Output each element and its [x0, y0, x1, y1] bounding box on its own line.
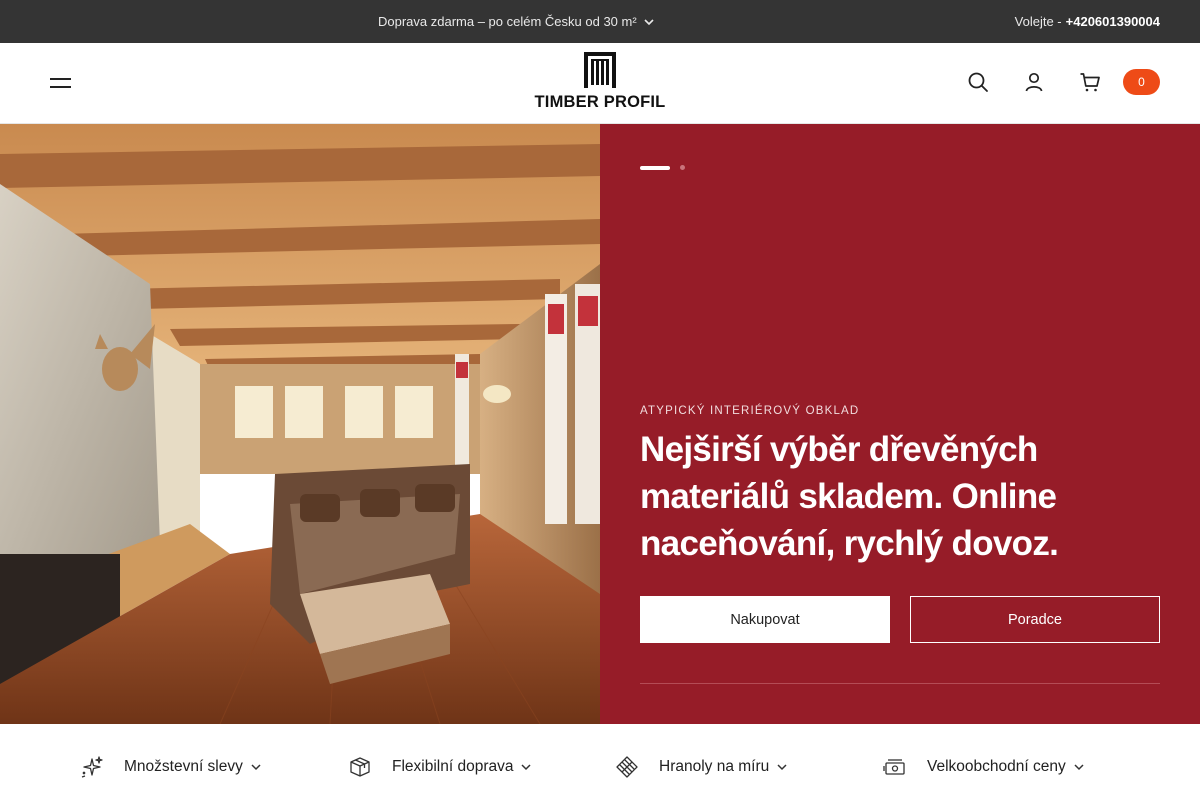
chevron-down-icon — [251, 764, 261, 771]
feature-custom-beams[interactable]: Hranoly na míru — [615, 754, 788, 780]
logo[interactable]: TIMBER PROFIL — [533, 52, 667, 116]
phone-label: Volejte - — [1014, 14, 1062, 29]
chevron-down-icon — [521, 764, 532, 771]
feature-label: Velkoobchodní ceny — [927, 758, 1066, 775]
feature-flexible-shipping[interactable]: Flexibilní doprava — [348, 754, 532, 780]
features-bar: Množstevní slevy Flexibilní doprava Hran… — [0, 724, 1200, 800]
user-icon[interactable] — [1023, 71, 1047, 95]
announcement-bar: Doprava zdarma – po celém Česku od 30 m²… — [0, 0, 1200, 43]
feature-label: Množstevní slevy — [124, 758, 243, 775]
site-header: TIMBER PROFIL 0 — [0, 43, 1200, 124]
shop-button[interactable]: Nakupovat — [640, 596, 890, 643]
cart-icon[interactable] — [1079, 71, 1103, 95]
shipping-info-text: Doprava zdarma – po celém Česku od 30 m² — [378, 14, 637, 29]
cube-icon — [615, 755, 639, 779]
slider-pagination — [640, 165, 685, 170]
hero-headline: Nejširší výběr dřevěných materiálů sklad… — [640, 430, 1059, 563]
divider — [640, 683, 1160, 684]
hero-slider: ATYPICKÝ INTERIÉROVÝ OBKLAD Nejširší výb… — [0, 124, 1200, 724]
shipping-info-dropdown[interactable]: Doprava zdarma – po celém Česku od 30 m² — [378, 0, 655, 43]
chevron-down-icon — [777, 764, 787, 771]
box-icon — [348, 755, 372, 779]
phone-contact: Volejte - +420601390004 — [1015, 0, 1160, 43]
slider-dot-active[interactable] — [640, 165, 670, 170]
feature-label: Hranoly na míru — [659, 758, 770, 775]
slider-dot[interactable] — [680, 165, 685, 170]
feature-volume-discounts[interactable]: Množstevní slevy — [80, 754, 262, 780]
cart-count-badge[interactable]: 0 — [1123, 69, 1160, 95]
logo-text: TIMBER PROFIL — [534, 93, 666, 111]
menu-icon[interactable] — [50, 71, 72, 95]
logo-mark-icon — [584, 52, 616, 88]
feature-wholesale-prices[interactable]: Velkoobchodní ceny — [883, 754, 1085, 780]
phone-number-link[interactable]: +420601390004 — [1066, 14, 1160, 29]
chevron-down-icon — [1074, 764, 1084, 771]
advisor-button[interactable]: Poradce — [910, 596, 1160, 643]
feature-label: Flexibilní doprava — [392, 758, 514, 775]
search-icon[interactable] — [967, 71, 991, 95]
chevron-down-icon — [644, 18, 654, 25]
hero-eyebrow: ATYPICKÝ INTERIÉROVÝ OBKLAD — [640, 405, 860, 417]
sparkles-icon — [80, 755, 104, 779]
hero-image-chalet-interior — [0, 124, 600, 724]
hero-panel: ATYPICKÝ INTERIÉROVÝ OBKLAD Nejširší výb… — [600, 124, 1200, 724]
money-icon — [883, 755, 907, 779]
